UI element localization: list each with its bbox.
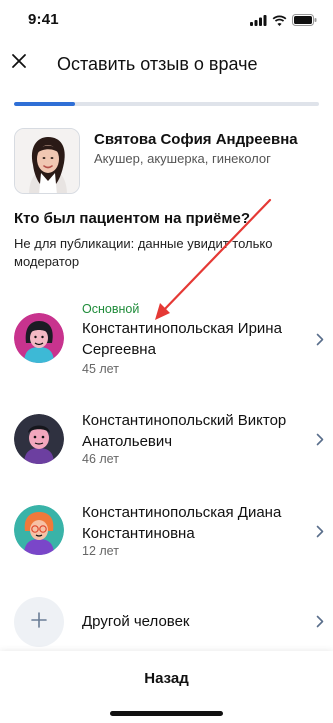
plus-icon	[31, 611, 47, 633]
doctor-specialty: Акушер, акушерка, гинеколог	[94, 151, 271, 166]
add-person-label: Другой человек	[82, 613, 190, 630]
question-title: Кто был пациентом на приёме?	[14, 210, 250, 227]
avatar	[14, 414, 64, 464]
patient-age: 12 лет	[82, 544, 119, 558]
add-person-avatar	[14, 597, 64, 647]
patient-name: Константинопольская Диана Константиновна	[82, 504, 282, 542]
doctor-photo	[14, 128, 80, 194]
main-badge: Основной	[82, 302, 140, 316]
patient-age: 46 лет	[82, 452, 119, 466]
signal-icon	[250, 13, 267, 31]
battery-icon	[292, 13, 317, 31]
header: Оставить отзыв о враче	[0, 40, 333, 92]
close-icon	[11, 53, 27, 74]
status-bar: 9:41	[0, 0, 333, 40]
page-title: Оставить отзыв о враче	[57, 54, 258, 74]
chevron-right-icon	[313, 524, 327, 538]
patient-age: 45 лет	[82, 362, 119, 376]
chevron-right-icon	[313, 432, 327, 446]
close-button[interactable]	[8, 52, 30, 74]
wifi-icon	[272, 13, 287, 31]
doctor-name: Святова София Андреевна	[94, 131, 298, 148]
home-indicator	[110, 711, 223, 716]
progress-bar	[14, 102, 319, 106]
chevron-right-icon	[313, 614, 327, 628]
doctor-card: Святова София Андреевна Акушер, акушерка…	[14, 128, 324, 196]
progress-fill	[14, 102, 75, 106]
patient-item[interactable]: Константинопольская Диана Константиновна…	[0, 488, 333, 576]
avatar	[14, 505, 64, 555]
avatar	[14, 313, 64, 363]
back-button[interactable]: Назад	[0, 651, 333, 705]
status-time: 9:41	[28, 11, 59, 28]
patient-name: Константинопольская Ирина Сергеевна	[82, 320, 282, 358]
chevron-right-icon	[313, 332, 327, 346]
question-note: Не для публикации: данные увидит только …	[14, 236, 273, 269]
patient-item[interactable]: Константинопольский Виктор Анатольевич 4…	[0, 396, 333, 482]
status-icons	[250, 13, 317, 31]
patient-item[interactable]: Основной Константинопольская Ирина Серге…	[0, 296, 333, 384]
patient-name: Константинопольский Виктор Анатольевич	[82, 412, 287, 450]
